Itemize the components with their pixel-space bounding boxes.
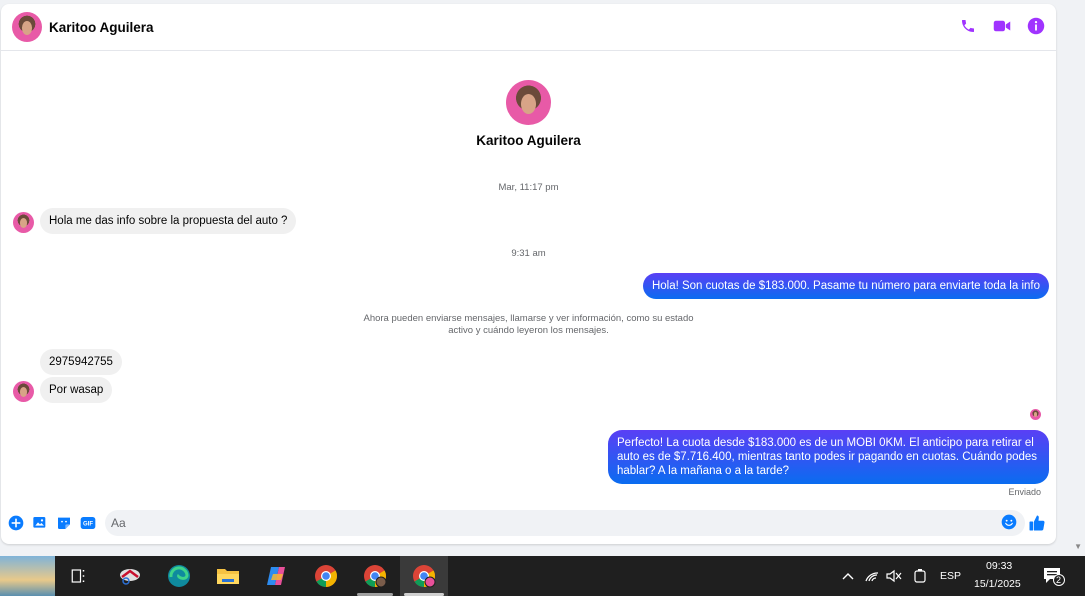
sender-avatar[interactable] (13, 381, 34, 402)
thumbs-up-icon[interactable] (1028, 514, 1048, 534)
widgets-thumbnail[interactable] (0, 556, 55, 596)
chat-header: Karitoo Aguilera (1, 4, 1056, 51)
scroll-down-arrow[interactable]: ▼ (1074, 542, 1082, 551)
wifi-icon[interactable] (864, 568, 880, 584)
phone-icon[interactable] (958, 16, 978, 36)
sent-status: Enviado (1008, 487, 1041, 497)
composer: GIF (1, 506, 1056, 540)
timestamp: Mar, 11:17 pm (498, 182, 559, 193)
incoming-message[interactable]: Por wasap (40, 377, 113, 403)
outgoing-message[interactable]: Hola! Son cuotas de $183.000. Pasame tu … (642, 273, 1049, 299)
header-actions (958, 16, 1046, 36)
page: Karitoo Aguilera Karitoo Aguilera Mar, 1… (0, 0, 1085, 596)
clock-date[interactable]: 15/1/2025 (974, 578, 1021, 590)
clock-time[interactable]: 09:33 (986, 560, 1012, 572)
profile-section: Karitoo Aguilera (1, 80, 1056, 148)
taskbar: ESP 09:33 15/1/2025 2 (0, 556, 1085, 596)
info-icon[interactable] (1026, 16, 1046, 36)
input-language[interactable]: ESP (940, 570, 961, 582)
svg-text:GIF: GIF (83, 522, 93, 528)
chrome-profile-active-icon[interactable] (411, 563, 437, 589)
chrome-icon[interactable] (313, 563, 339, 589)
contact-name[interactable]: Karitoo Aguilera (49, 20, 154, 35)
message-input[interactable] (105, 510, 985, 536)
chrome-profile-icon[interactable] (362, 563, 388, 589)
show-hidden-icons-chevron-icon[interactable] (840, 568, 856, 584)
incoming-message[interactable]: 2975942755 (40, 349, 122, 375)
notifications-icon[interactable] (1043, 566, 1065, 586)
sticker-icon[interactable] (55, 515, 72, 532)
add-circle-icon[interactable] (7, 515, 24, 532)
profile-avatar[interactable] (506, 80, 551, 125)
timestamp: 9:31 am (511, 248, 546, 259)
notifications-count: 2 (1056, 575, 1062, 585)
contact-avatar[interactable] (12, 12, 42, 42)
outgoing-message[interactable]: Perfecto! La cuota desde $183.000 es de … (608, 430, 1049, 484)
chat-window: Karitoo Aguilera Karitoo Aguilera Mar, 1… (1, 4, 1056, 544)
profile-name: Karitoo Aguilera (476, 133, 581, 148)
sender-avatar[interactable] (13, 212, 34, 233)
snipping-tool-icon[interactable] (117, 563, 143, 589)
task-view-icon[interactable] (66, 563, 92, 589)
gif-icon[interactable]: GIF (79, 515, 96, 532)
message-input-wrapper (105, 510, 1025, 536)
volume-muted-icon[interactable] (886, 568, 902, 584)
battery-icon[interactable] (912, 568, 928, 584)
photo-icon[interactable] (31, 515, 48, 532)
edge-icon[interactable] (166, 563, 192, 589)
seen-avatar (1030, 409, 1041, 420)
copilot-icon[interactable] (264, 563, 290, 589)
incoming-message[interactable]: Hola me das info sobre la propuesta del … (40, 208, 297, 234)
file-explorer-icon[interactable] (215, 563, 241, 589)
emoji-icon[interactable] (1001, 514, 1019, 532)
privacy-notice: Ahora pueden enviarse mensajes, llamarse… (363, 313, 694, 336)
video-camera-icon[interactable] (992, 16, 1012, 36)
